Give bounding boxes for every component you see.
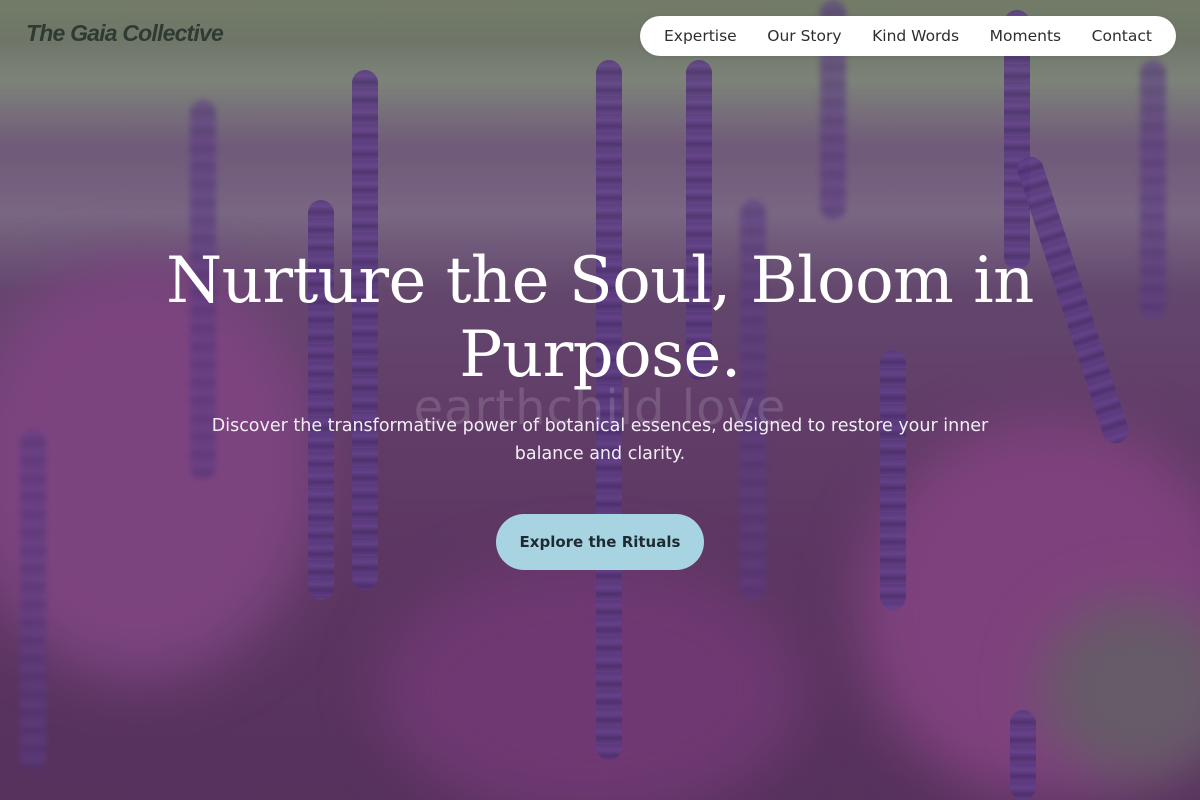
hero-title: Nurture the Soul, Bloom in Purpose. xyxy=(166,244,1034,392)
nav-item-our-story[interactable]: Our Story xyxy=(767,27,841,45)
nav-item-kind-words[interactable]: Kind Words xyxy=(872,27,959,45)
hero-subtitle: Discover the transformative power of bot… xyxy=(211,416,989,464)
nav-item-expertise[interactable]: Expertise xyxy=(664,27,737,45)
brand-logo[interactable]: The Gaia Collective xyxy=(26,20,224,47)
nav-item-moments[interactable]: Moments xyxy=(990,27,1061,45)
nav-item-contact[interactable]: Contact xyxy=(1092,27,1152,45)
main-nav: Expertise Our Story Kind Words Moments C… xyxy=(640,16,1176,56)
hero-section: Nurture the Soul, Bloom in Purpose. Disc… xyxy=(0,244,1200,570)
explore-rituals-button[interactable]: Explore the Rituals xyxy=(496,514,704,570)
